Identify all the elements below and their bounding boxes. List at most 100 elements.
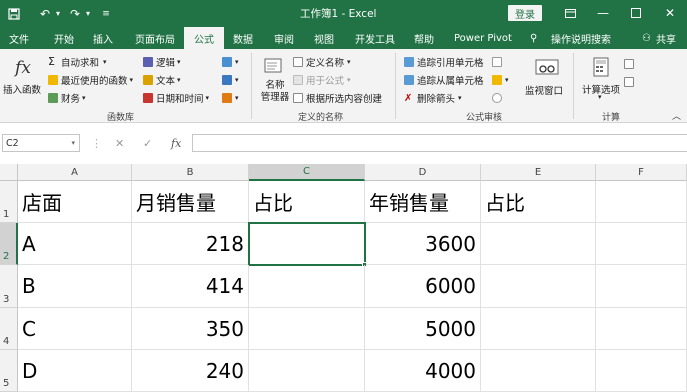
cell-f4[interactable] [596,308,687,350]
select-all-corner[interactable] [0,164,18,181]
cell-d4[interactable]: 5000 [365,308,481,350]
customize-icon[interactable]: ≡ [100,5,112,22]
row-header-4[interactable]: 4 [0,308,18,350]
name-manager-button[interactable]: 名称 管理器 [259,80,291,104]
tab-formulas[interactable]: 公式 [184,27,224,49]
error-checking-button[interactable]: ▾ [492,73,509,86]
share-button[interactable]: 共享 [656,27,676,49]
maximize-icon[interactable] [626,4,646,22]
trace-precedents-button[interactable]: 追踪引用单元格 [404,55,484,69]
column-header-d[interactable]: D [365,164,481,181]
tab-file[interactable]: 文件 [9,27,29,49]
cell-a4[interactable]: C [18,308,132,350]
column-header-e[interactable]: E [481,164,596,181]
calculator-icon[interactable] [590,55,612,79]
name-manager-icon[interactable] [262,55,286,77]
redo-dropdown-icon[interactable]: ▾ [83,5,93,22]
minimize-icon[interactable]: — [593,4,613,22]
collapse-ribbon-icon[interactable]: ︿ [672,109,681,122]
cell-c2-selected[interactable] [248,222,366,266]
cell-b1[interactable]: 月销售量 [132,181,249,223]
cell-f2[interactable] [596,223,687,265]
tab-data[interactable]: 数据 [233,27,253,49]
cell-f1[interactable] [596,181,687,223]
watch-window-icon[interactable] [534,57,560,79]
tab-power-pivot[interactable]: Power Pivot [454,27,512,49]
cell-f3[interactable] [596,265,687,308]
tab-home[interactable]: 开始 [54,27,74,49]
calc-sheet-button[interactable] [624,75,637,88]
text-button[interactable]: 文本 ▾ [143,73,181,87]
close-icon[interactable]: ✕ [660,4,680,22]
cell-d5[interactable]: 4000 [365,350,481,392]
cell-b5[interactable]: 240 [132,350,249,392]
enter-icon[interactable]: ✓ [143,134,152,152]
tell-me-icon[interactable]: ⚲ [530,27,537,49]
column-header-c[interactable]: C [249,164,365,181]
tab-developer[interactable]: 开发工具 [355,27,395,49]
undo-dropdown-icon[interactable]: ▾ [53,5,63,22]
logical-button[interactable]: 逻辑 ▾ [143,55,181,69]
cell-e3[interactable] [481,265,596,308]
trace-dependents-button[interactable]: 追踪从属单元格 [404,73,484,87]
cell-a2[interactable]: A [18,223,132,265]
cell-c3[interactable] [249,265,365,308]
cell-d1[interactable]: 年销售量 [365,181,481,223]
show-formulas-button[interactable] [492,55,505,68]
cell-e2[interactable] [481,223,596,265]
name-box[interactable]: C2 ▾ [2,134,80,152]
cell-b2[interactable]: 218 [132,223,249,265]
cell-a3[interactable]: B [18,265,132,308]
more-functions-button[interactable]: ▾ [222,91,239,104]
column-header-f[interactable]: F [596,164,687,181]
evaluate-formula-button[interactable] [492,91,505,104]
cell-b4[interactable]: 350 [132,308,249,350]
recently-used-button[interactable]: 最近使用的函数 ▾ [48,73,133,87]
remove-arrows-button[interactable]: ✗ 删除箭头 ▾ [404,91,462,105]
row-header-2[interactable]: 2 [0,223,18,265]
cell-e4[interactable] [481,308,596,350]
column-header-b[interactable]: B [132,164,249,181]
autosum-button[interactable]: Σ 自动求和 ▾ [48,55,107,69]
tell-me-search[interactable]: 操作说明搜索 [551,27,611,49]
cell-a5[interactable]: D [18,350,132,392]
redo-icon[interactable]: ↷ [66,5,84,22]
cell-a1[interactable]: 店面 [18,181,132,223]
tab-help[interactable]: 帮助 [414,27,434,49]
login-button[interactable]: 登录 [508,5,542,21]
ribbon-display-icon[interactable] [560,4,580,22]
use-in-formula-button[interactable]: 用于公式 ▾ [293,73,351,87]
share-icon[interactable]: ⚇ [642,27,651,49]
save-icon[interactable] [4,5,24,22]
tab-page-layout[interactable]: 页面布局 [135,27,175,49]
tab-view[interactable]: 视图 [314,27,334,49]
define-name-button[interactable]: 定义名称 ▾ [293,55,351,69]
insert-function-fx-icon[interactable]: fx [171,134,181,152]
watch-window-button[interactable]: 监视窗口 [525,83,563,97]
tab-insert[interactable]: 插入 [93,27,113,49]
date-time-button[interactable]: 日期和时间 ▾ [143,91,209,105]
column-header-a[interactable]: A [18,164,132,181]
cancel-icon[interactable]: ✕ [115,134,124,152]
lookup-button[interactable]: ▾ [222,55,239,68]
cell-e1[interactable]: 占比 [481,181,596,223]
row-header-3[interactable]: 3 [0,265,18,308]
undo-icon[interactable]: ↶ [36,5,54,22]
cell-c1[interactable]: 占比 [249,181,365,223]
cell-c5[interactable] [249,350,365,392]
tab-review[interactable]: 审阅 [274,27,294,49]
calc-now-button[interactable] [624,57,637,70]
create-from-selection-button[interactable]: 根据所选内容创建 [293,91,382,105]
cell-b3[interactable]: 414 [132,265,249,308]
row-header-5[interactable]: 5 [0,350,18,392]
math-trig-button[interactable]: ▾ [222,73,239,86]
row-header-1[interactable]: 1 [0,181,18,223]
cell-d2[interactable]: 3600 [366,223,481,265]
insert-function-icon[interactable]: fx [12,56,34,80]
cell-e5[interactable] [481,350,596,392]
cell-f5[interactable] [596,350,687,392]
insert-function-button[interactable]: 插入函数 [3,82,41,96]
formula-input[interactable] [192,134,687,152]
cell-d3[interactable]: 6000 [365,265,481,308]
cell-c4[interactable] [249,308,365,350]
